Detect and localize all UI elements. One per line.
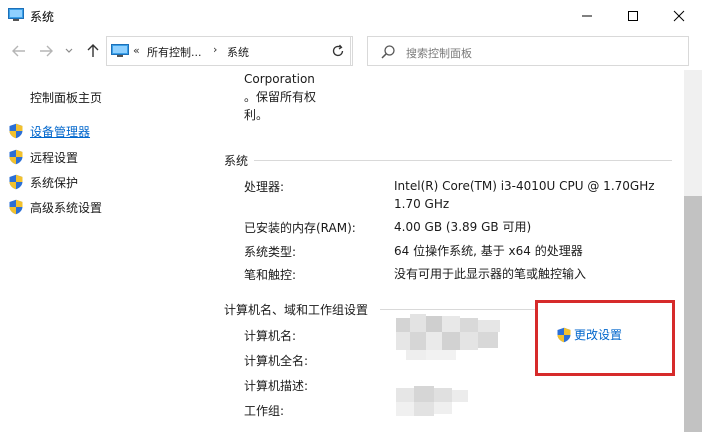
breadcrumb-system[interactable]: 系统 bbox=[227, 44, 249, 60]
search-icon bbox=[381, 45, 395, 59]
search-input[interactable]: 搜索控制面板 bbox=[367, 36, 689, 66]
section-header-system: 系统 bbox=[224, 154, 249, 168]
recent-locations-button[interactable] bbox=[60, 42, 78, 60]
chevron-down-icon bbox=[65, 48, 73, 53]
processor-label: 处理器: bbox=[244, 180, 285, 194]
computer-icon bbox=[111, 44, 129, 57]
minimize-button[interactable] bbox=[564, 0, 610, 32]
overflow-chevron[interactable]: « bbox=[133, 44, 140, 57]
sidebar-item-label: 设备管理器 bbox=[30, 124, 91, 139]
address-bar[interactable]: « 所有控制... › 系统 ⌄ bbox=[106, 36, 415, 66]
copyright-text: Corporation 。保留所有权 利。 bbox=[244, 70, 334, 124]
up-arrow-icon bbox=[87, 44, 99, 57]
sidebar: 控制面板主页 设备管理器 远程设置 系统保护 高级系统设置 bbox=[0, 70, 220, 432]
copyright-line: 。保留所有权 bbox=[244, 90, 317, 104]
maximize-icon bbox=[628, 11, 638, 21]
scrollbar-thumb[interactable] bbox=[684, 196, 702, 432]
sidebar-item-label: 系统保护 bbox=[30, 175, 79, 190]
refresh-button[interactable] bbox=[323, 36, 353, 66]
shield-icon bbox=[9, 149, 23, 165]
sidebar-item-label: 远程设置 bbox=[30, 150, 79, 165]
search-placeholder: 搜索控制面板 bbox=[406, 47, 472, 60]
change-settings-link[interactable]: 更改设置 bbox=[556, 326, 622, 343]
shield-icon bbox=[9, 199, 23, 215]
ram-label: 已安装的内存(RAM): bbox=[244, 221, 356, 235]
redacted-computer-name bbox=[396, 314, 500, 360]
refresh-icon bbox=[332, 44, 343, 57]
shield-icon bbox=[9, 174, 23, 190]
back-button[interactable] bbox=[10, 42, 28, 60]
ram-value: 4.00 GB (3.89 GB 可用) bbox=[394, 220, 532, 234]
pen-touch-value: 没有可用于此显示器的笔或触控输入 bbox=[394, 267, 587, 281]
close-button[interactable] bbox=[656, 0, 702, 32]
maximize-button[interactable] bbox=[610, 0, 656, 32]
back-arrow-icon bbox=[12, 45, 25, 57]
computer-description-label: 计算机描述: bbox=[244, 379, 309, 393]
copyright-line: 利。 bbox=[244, 108, 269, 122]
processor-speed: 1.70 GHz bbox=[394, 197, 450, 211]
sidebar-item-label: 高级系统设置 bbox=[30, 200, 103, 215]
forward-arrow-icon bbox=[40, 45, 53, 57]
section-header-computer-name: 计算机名、域和工作组设置 bbox=[224, 303, 369, 317]
minimize-icon bbox=[582, 15, 592, 17]
window-title: 系统 bbox=[30, 10, 55, 24]
forward-button[interactable] bbox=[37, 42, 55, 60]
close-icon bbox=[673, 10, 685, 22]
main-content: Corporation 。保留所有权 利。 系统 处理器: Intel(R) C… bbox=[220, 70, 684, 432]
section-divider bbox=[254, 160, 672, 161]
sidebar-item-control-panel-home[interactable]: 控制面板主页 bbox=[30, 89, 102, 106]
sidebar-item-system-protection[interactable]: 系统保护 bbox=[8, 172, 78, 192]
breadcrumb-all-control-panel[interactable]: 所有控制... bbox=[147, 44, 202, 60]
sidebar-item-device-manager[interactable]: 设备管理器 bbox=[8, 121, 90, 141]
title-bar: 系统 bbox=[0, 0, 702, 32]
copyright-line: Corporation bbox=[244, 72, 315, 86]
processor-value: Intel(R) Core(TM) i3-4010U CPU @ 1.70GHz… bbox=[394, 177, 655, 213]
shield-icon bbox=[557, 327, 571, 342]
redacted-workgroup bbox=[396, 386, 468, 416]
computer-icon bbox=[8, 8, 24, 21]
section-divider bbox=[380, 309, 535, 310]
pen-touch-label: 笔和触控: bbox=[244, 268, 297, 282]
computer-name-label: 计算机名: bbox=[244, 329, 297, 343]
system-type-label: 系统类型: bbox=[244, 245, 297, 259]
system-type-value: 64 位操作系统, 基于 x64 的处理器 bbox=[394, 244, 583, 258]
shield-icon bbox=[9, 123, 23, 139]
sidebar-item-advanced-system-settings[interactable]: 高级系统设置 bbox=[8, 197, 102, 217]
change-settings-label: 更改设置 bbox=[574, 328, 623, 342]
processor-name: Intel(R) Core(TM) i3-4010U CPU @ 1.70GHz bbox=[394, 179, 655, 193]
breadcrumb-separator[interactable]: › bbox=[213, 43, 217, 56]
up-button[interactable] bbox=[84, 42, 102, 60]
workgroup-label: 工作组: bbox=[244, 404, 285, 418]
full-computer-name-label: 计算机全名: bbox=[244, 354, 309, 368]
sidebar-item-remote-settings[interactable]: 远程设置 bbox=[8, 147, 78, 167]
